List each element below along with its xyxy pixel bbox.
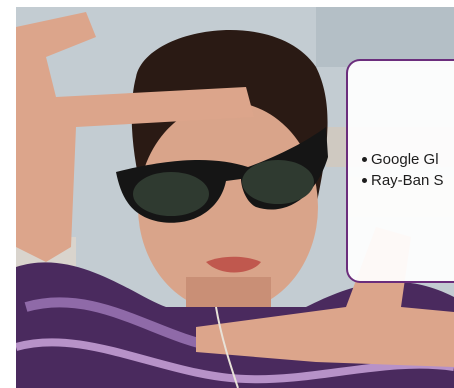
bullet-icon: [362, 178, 367, 183]
bullet-label: Ray-Ban S: [371, 172, 444, 189]
bullet-list: Google Gl Ray-Ban S: [362, 149, 454, 191]
bullet-icon: [362, 157, 367, 162]
slide: Google Gl Ray-Ban S: [0, 0, 454, 388]
list-item: Ray-Ban S: [362, 170, 454, 191]
list-item: Google Gl: [362, 149, 454, 170]
bullet-callout-box: Google Gl Ray-Ban S: [346, 59, 454, 283]
bullet-label: Google Gl: [371, 151, 439, 168]
